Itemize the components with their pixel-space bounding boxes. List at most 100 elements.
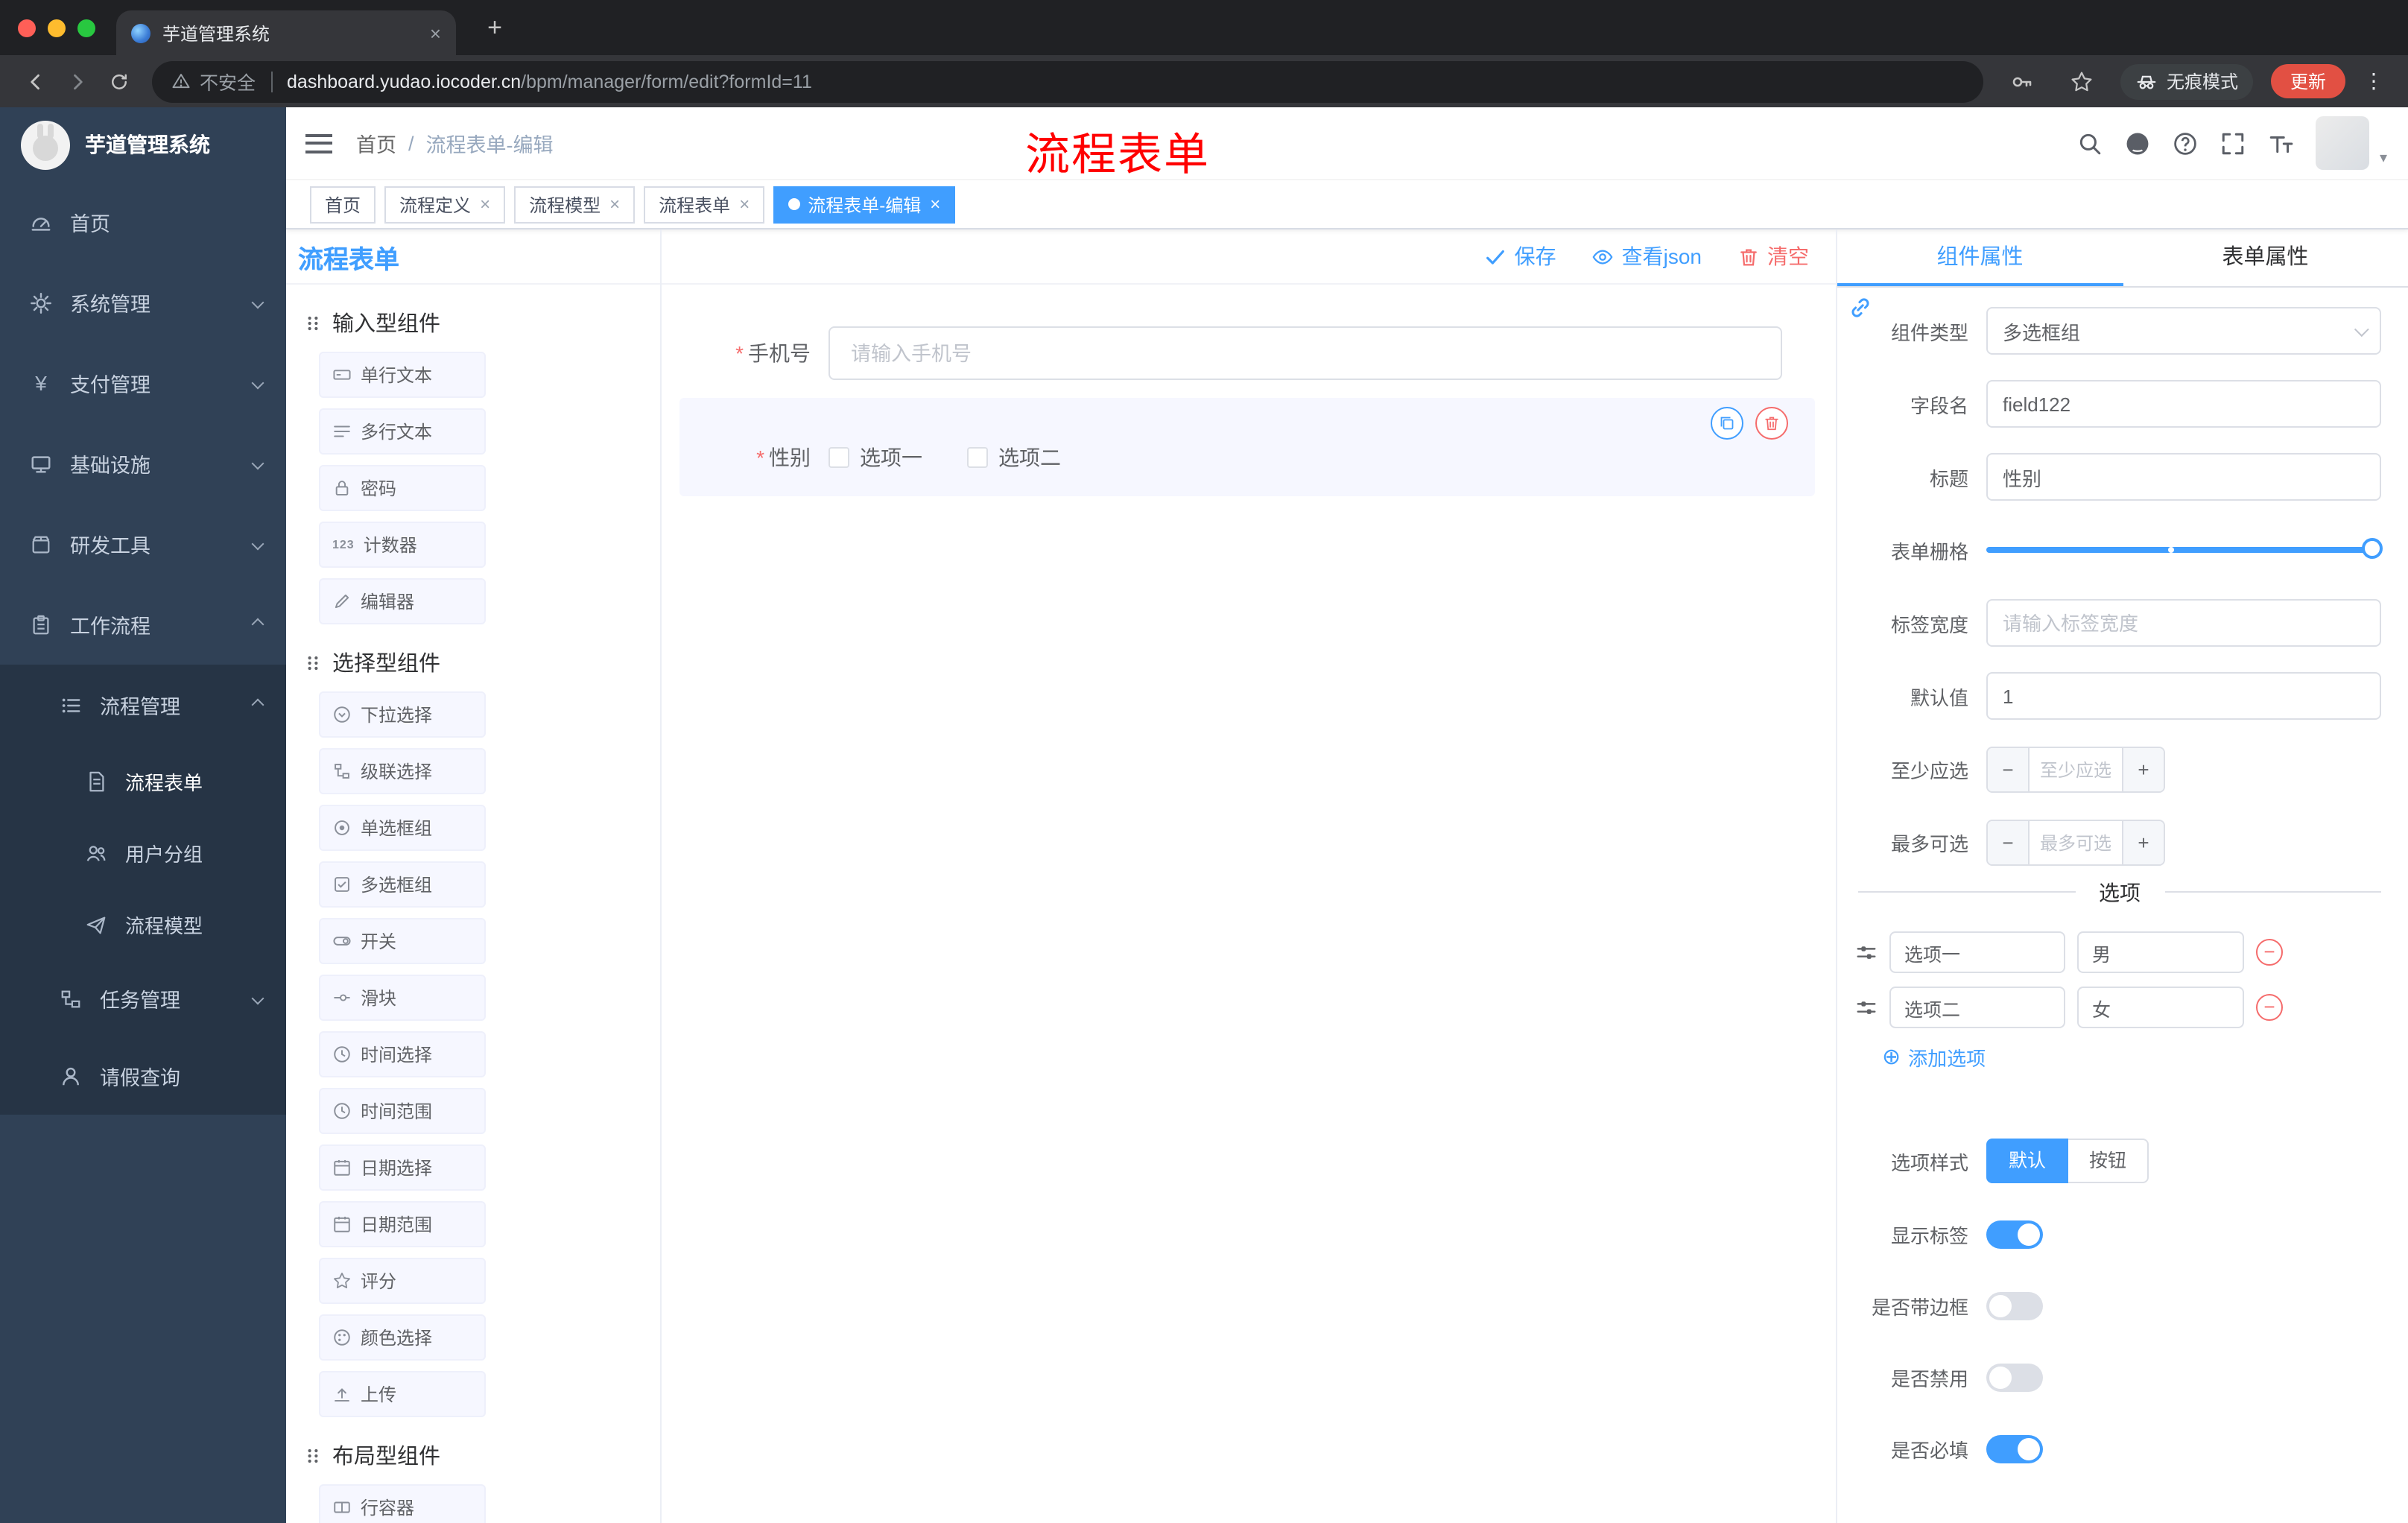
sidebar-item-workflow[interactable]: 工作流程 [0,584,286,665]
slider-handle[interactable] [2362,538,2383,559]
link-icon[interactable] [1848,295,1873,320]
sidebar-item-leave-query[interactable]: 请假查询 [0,1037,286,1115]
tab-close-icon[interactable]: × [430,22,441,44]
close-icon[interactable]: × [609,194,620,215]
palette-item-password[interactable]: 密码 [319,465,486,511]
gender-option-1-checkbox[interactable]: 选项一 [828,443,922,472]
max-select-stepper[interactable]: − 最多可选 + [1986,819,2165,865]
palette-item-time-picker[interactable]: 时间选择 [319,1031,486,1077]
show-label-toggle[interactable] [1986,1220,2043,1248]
zoom-window-button[interactable] [77,19,95,37]
tag-process-model[interactable]: 流程模型 × [514,186,636,223]
palette-item-multi-line-text[interactable]: 多行文本 [319,408,486,455]
password-key-icon[interactable] [2001,60,2043,102]
clear-button[interactable]: 清空 [1737,241,1809,271]
minimize-window-button[interactable] [48,19,66,37]
palette-item-checkbox-group[interactable]: 多选框组 [319,861,486,908]
help-icon[interactable] [2173,130,2198,156]
palette-item-switch[interactable]: 开关 [319,918,486,964]
sidebar-item-process-form[interactable]: 流程表单 [0,745,286,817]
remove-option-button[interactable]: − [2256,939,2283,966]
border-toggle[interactable] [1986,1291,2043,1320]
required-toggle[interactable] [1986,1434,2043,1463]
new-tab-button[interactable]: + [477,13,513,43]
decrease-button[interactable]: − [1988,820,2030,864]
tag-home[interactable]: 首页 [310,186,376,223]
gender-option-2-checkbox[interactable]: 选项二 [967,443,1061,472]
tab-component-props[interactable]: 组件属性 [1837,229,2123,286]
sidebar-fold-icon[interactable] [305,133,332,153]
sidebar-item-home[interactable]: 首页 [0,182,286,262]
component-type-select[interactable]: 多选框组 [1986,307,2381,355]
palette-item-date-range[interactable]: 日期范围 [319,1201,486,1247]
palette-item-cascader[interactable]: 级联选择 [319,748,486,794]
font-size-icon[interactable] [2268,130,2293,156]
bookmark-star-icon[interactable] [2061,60,2103,102]
sidebar-item-process-mgmt[interactable]: 流程管理 [0,665,286,745]
remove-option-button[interactable]: − [2256,994,2283,1021]
save-button[interactable]: 保存 [1485,241,1556,271]
view-json-button[interactable]: 查看json [1592,241,1702,271]
palette-item-upload[interactable]: 上传 [319,1371,486,1417]
close-icon[interactable]: × [739,194,750,215]
palette-item-dropdown[interactable]: 下拉选择 [319,691,486,738]
form-grid-slider[interactable] [1986,538,2383,559]
sidebar-item-process-model[interactable]: 流程模型 [0,888,286,960]
title-input[interactable] [1986,453,2381,501]
option-1-value-input[interactable] [2077,931,2244,973]
disabled-toggle[interactable] [1986,1363,2043,1391]
github-icon[interactable] [2125,130,2150,156]
close-icon[interactable]: × [480,194,490,215]
close-icon[interactable]: × [930,194,940,215]
palette-item-rate[interactable]: 评分 [319,1258,486,1304]
tag-process-definition[interactable]: 流程定义 × [384,186,506,223]
palette-item-slider[interactable]: 滑块 [319,975,486,1021]
search-icon[interactable] [2077,130,2103,156]
canvas-field-phone[interactable]: 手机号 [679,326,1815,380]
palette-item-counter[interactable]: 123 计数器 [319,522,486,568]
browser-menu-icon[interactable]: ⋮ [2363,69,2384,94]
breadcrumb-home[interactable]: 首页 [356,128,396,158]
sidebar-item-devtools[interactable]: 研发工具 [0,504,286,584]
copy-field-button[interactable] [1711,407,1743,440]
decrease-button[interactable]: − [1988,747,2030,791]
tab-form-props[interactable]: 表单属性 [2123,229,2408,286]
back-button[interactable] [15,60,57,102]
option-1-name-input[interactable] [1889,931,2065,973]
sidebar-logo[interactable]: 芋道管理系统 [0,107,286,182]
increase-button[interactable]: + [2122,820,2164,864]
tag-process-form-edit[interactable]: 流程表单-编辑 × [773,186,956,223]
option-2-name-input[interactable] [1889,987,2065,1028]
palette-item-time-range[interactable]: 时间范围 [319,1088,486,1134]
canvas-field-gender-selected[interactable]: 性别 选项一 选项二 [679,398,1815,496]
add-option-button[interactable]: ⊕ 添加选项 [1882,1042,2408,1071]
browser-update-button[interactable]: 更新 [2270,64,2345,98]
option-2-value-input[interactable] [2077,987,2244,1028]
min-select-stepper[interactable]: − 至少应选 + [1986,746,2165,792]
sidebar-item-user-group[interactable]: 用户分组 [0,817,286,888]
fullscreen-icon[interactable] [2220,130,2246,156]
avatar-caret-icon[interactable]: ▾ [2380,150,2387,166]
window-controls[interactable] [18,19,95,37]
default-value-input[interactable] [1986,672,2381,720]
palette-item-single-line-text[interactable]: 单行文本 [319,352,486,398]
delete-field-button[interactable] [1755,407,1788,440]
form-canvas[interactable]: 手机号 性别 选项一 [662,285,1836,1523]
drag-handle-icon[interactable] [1855,996,1878,1019]
style-button-button[interactable]: 按钮 [2068,1139,2149,1183]
palette-item-radio-group[interactable]: 单选框组 [319,805,486,851]
palette-item-color-picker[interactable]: 颜色选择 [319,1314,486,1361]
sidebar-item-system[interactable]: 系统管理 [0,262,286,343]
palette-item-row-container[interactable]: 行容器 [319,1484,486,1523]
reload-button[interactable] [98,60,140,102]
canvas-field-gender[interactable]: 性别 选项一 选项二 [679,443,1815,472]
sidebar-item-payment[interactable]: ¥ 支付管理 [0,343,286,423]
palette-item-editor[interactable]: 编辑器 [319,578,486,624]
label-width-input[interactable] [1986,599,2381,647]
browser-tab[interactable]: 芋道管理系统 × [116,10,456,55]
palette-item-date-picker[interactable]: 日期选择 [319,1144,486,1191]
increase-button[interactable]: + [2122,747,2164,791]
address-bar[interactable]: 不安全 dashboard.yudao.iocoder.cn /bpm/mana… [152,60,1983,102]
style-default-button[interactable]: 默认 [1986,1139,2069,1183]
close-window-button[interactable] [18,19,36,37]
